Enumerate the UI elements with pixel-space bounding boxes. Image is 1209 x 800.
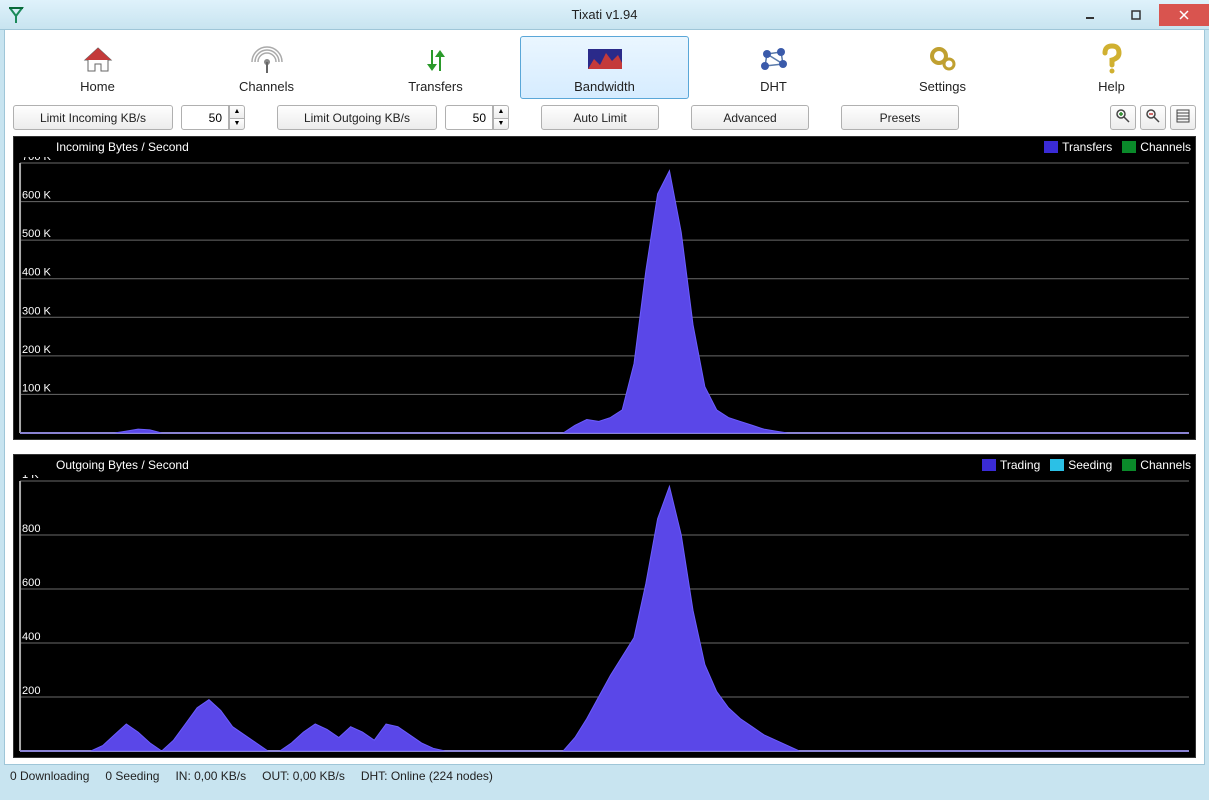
legend-item: Seeding [1050,458,1112,472]
legend-outgoing: Trading Seeding Channels [982,458,1191,472]
limit-incoming-button[interactable]: Limit Incoming KB/s [13,105,173,130]
legend-label: Seeding [1068,458,1112,472]
svg-text:100 K: 100 K [22,382,52,394]
toolbar-label: Help [1098,79,1125,94]
toolbar-transfers[interactable]: Transfers [351,36,520,99]
outgoing-chart: Outgoing Bytes / Second Trading Seeding Ch… [13,454,1196,758]
incoming-chart-svg: 100 K 200 K 300 K 400 K 500 K 600 K 700 K [14,157,1195,439]
bandwidth-icon [586,41,624,77]
legend-label: Channels [1140,140,1191,154]
zoom-out-icon [1145,108,1161,127]
svg-text:800: 800 [22,523,40,535]
toolbar-label: Settings [919,79,966,94]
incoming-chart: Incoming Bytes / Second Transfers Channel… [13,136,1196,440]
legend-swatch [1122,141,1136,153]
titlebar: Tixati v1.94 [0,0,1209,30]
chart-title: Incoming Bytes / Second [56,140,189,154]
svg-text:200 K: 200 K [22,344,52,356]
zoom-in-button[interactable] [1110,105,1136,130]
status-dht: DHT: Online (224 nodes) [361,769,493,783]
legend-label: Channels [1140,458,1191,472]
toolbar-label: DHT [760,79,787,94]
outgoing-limit-input[interactable] [445,105,493,130]
legend-item: Trading [982,458,1040,472]
advanced-button[interactable]: Advanced [691,105,809,130]
outgoing-limit-spinner[interactable]: ▲▼ [445,105,509,130]
legend-label: Trading [1000,458,1040,472]
svg-text:500 K: 500 K [22,228,52,240]
gear-icon [926,41,960,77]
status-out: OUT: 0,00 KB/s [262,769,345,783]
main-toolbar: Home Channels Transfers Bandwidth DHT Se… [5,30,1204,103]
svg-text:300 K: 300 K [22,305,52,317]
toolbar-dht[interactable]: DHT [689,36,858,99]
home-icon [81,41,115,77]
incoming-limit-spinner[interactable]: ▲▼ [181,105,245,130]
statusbar: 0 Downloading 0 Seeding IN: 0,00 KB/s OU… [0,765,1209,787]
legend-item: Channels [1122,140,1191,154]
spinner-down[interactable]: ▼ [229,118,245,131]
toolbar-label: Transfers [408,79,462,94]
legend-incoming: Transfers Channels [1044,140,1191,154]
legend-item: Transfers [1044,140,1112,154]
svg-text:400: 400 [22,631,40,643]
toolbar-bandwidth[interactable]: Bandwidth [520,36,689,99]
toolbar-label: Bandwidth [574,79,635,94]
legend-swatch [982,459,996,471]
controls-row: Limit Incoming KB/s ▲▼ Limit Outgoing KB… [5,103,1204,136]
antenna-icon [250,41,284,77]
legend-swatch [1122,459,1136,471]
toolbar-label: Channels [239,79,294,94]
toolbar-label: Home [80,79,115,94]
incoming-limit-input[interactable] [181,105,229,130]
svg-text:200: 200 [22,685,40,697]
presets-button[interactable]: Presets [841,105,959,130]
toolbar-home[interactable]: Home [13,36,182,99]
transfers-icon [419,41,453,77]
auto-limit-button[interactable]: Auto Limit [541,105,659,130]
status-in: IN: 0,00 KB/s [175,769,246,783]
legend-label: Transfers [1062,140,1112,154]
svg-text:600: 600 [22,577,40,589]
svg-text:600 K: 600 K [22,190,52,202]
outgoing-chart-svg: 200 400 600 800 1 K [14,475,1195,757]
spinner-up[interactable]: ▲ [493,105,509,118]
svg-text:1 K: 1 K [22,475,39,481]
svg-text:400 K: 400 K [22,267,52,279]
spinner-up[interactable]: ▲ [229,105,245,118]
zoom-in-icon [1115,108,1131,127]
spinner-down[interactable]: ▼ [493,118,509,131]
status-seeding: 0 Seeding [105,769,159,783]
limit-outgoing-button[interactable]: Limit Outgoing KB/s [277,105,437,130]
help-icon [1098,41,1126,77]
network-icon [757,41,791,77]
toolbar-settings[interactable]: Settings [858,36,1027,99]
chart-title: Outgoing Bytes / Second [56,458,189,472]
layout-button[interactable] [1170,105,1196,130]
zoom-out-button[interactable] [1140,105,1166,130]
legend-item: Channels [1122,458,1191,472]
status-downloading: 0 Downloading [10,769,89,783]
legend-swatch [1050,459,1064,471]
layout-icon [1175,108,1191,127]
toolbar-channels[interactable]: Channels [182,36,351,99]
legend-swatch [1044,141,1058,153]
toolbar-help[interactable]: Help [1027,36,1196,99]
svg-text:700 K: 700 K [22,157,52,163]
window-title: Tixati v1.94 [0,7,1209,22]
